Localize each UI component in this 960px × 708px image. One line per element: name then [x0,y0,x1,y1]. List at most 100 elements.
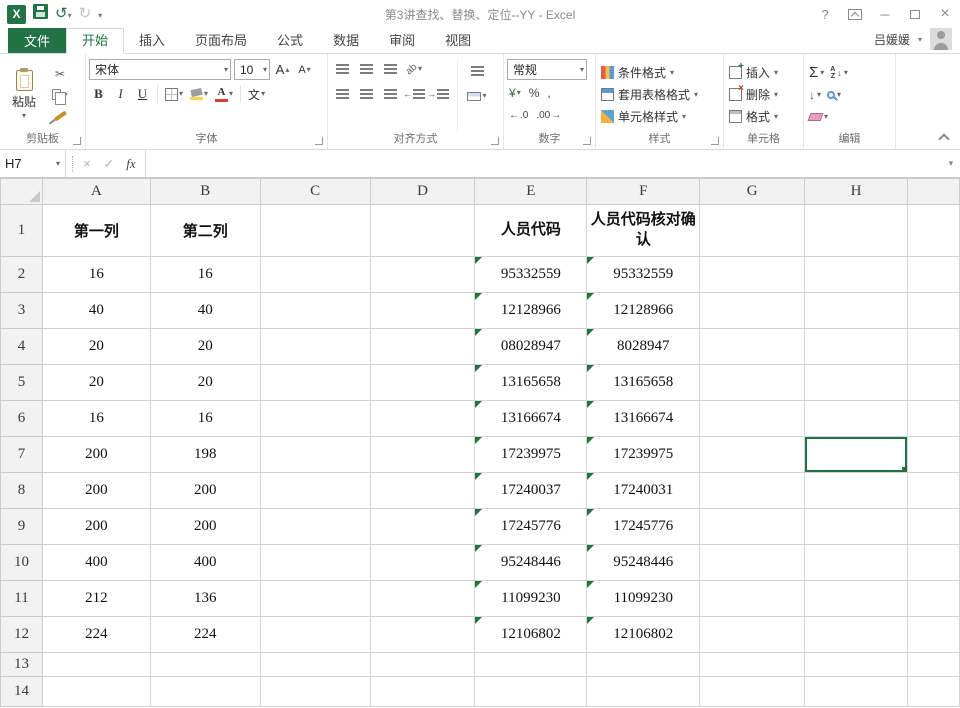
conditional-formatting-button[interactable]: 条件格式▾ [599,63,720,82]
cell-B14[interactable] [150,677,260,707]
row-header-13[interactable]: 13 [1,653,43,677]
decrease-font-button[interactable]: A▾ [295,60,314,80]
cell-E7[interactable]: 17239975 [475,437,587,473]
cell-B11[interactable]: 136 [150,581,260,617]
cell-D3[interactable] [370,293,475,329]
tab-home[interactable]: 开始 [66,28,124,54]
cell-B4[interactable]: 20 [150,329,260,365]
accounting-format-button[interactable]: ¥▾ [507,84,523,102]
cell-B13[interactable] [150,653,260,677]
tab-file[interactable]: 文件 [8,27,66,53]
cell-H5[interactable] [805,365,908,401]
customize-qat-button[interactable]: ▾ [98,5,102,23]
cell-A10[interactable]: 400 [42,545,150,581]
cell-C2[interactable] [260,257,370,293]
column-header-H[interactable]: H [805,179,908,205]
cell-G11[interactable] [700,581,805,617]
borders-button[interactable]: ▾ [163,84,185,104]
cell-offsheet[interactable] [907,437,959,473]
cell-C5[interactable] [260,365,370,401]
cell-B8[interactable]: 200 [150,473,260,509]
cell-G6[interactable] [700,401,805,437]
cell-G4[interactable] [700,329,805,365]
cell-A5[interactable]: 20 [42,365,150,401]
help-button[interactable]: ? [810,0,840,28]
cell-A9[interactable]: 200 [42,509,150,545]
cell-offsheet[interactable] [907,257,959,293]
cell-B10[interactable]: 400 [150,545,260,581]
cell-H6[interactable] [805,401,908,437]
row-header-3[interactable]: 3 [1,293,43,329]
align-top-button[interactable] [331,59,353,79]
paste-button[interactable]: 粘贴 ▾ [3,57,45,132]
tab-insert[interactable]: 插入 [124,28,180,53]
cell-A3[interactable]: 40 [42,293,150,329]
formula-bar-splitter[interactable] [66,156,73,172]
align-center-button[interactable] [355,84,377,104]
decrease-decimal-button[interactable]: .00→ [534,106,563,124]
cell-D10[interactable] [370,545,475,581]
cell-E8[interactable]: 17240037 [475,473,587,509]
cell-H2[interactable] [805,257,908,293]
maximize-button[interactable] [900,0,930,28]
cell-offsheet[interactable] [907,617,959,653]
cell-H12[interactable] [805,617,908,653]
insert-cells-button[interactable]: 插入▾ [727,63,800,82]
row-header-7[interactable]: 7 [1,437,43,473]
cell-A11[interactable]: 212 [42,581,150,617]
cell-offsheet[interactable] [907,545,959,581]
ribbon-display-options-button[interactable] [840,0,870,28]
increase-font-button[interactable]: A▴ [273,60,292,80]
cell-F2[interactable]: 95332559 [587,257,700,293]
cell-E1[interactable]: 人员代码 [475,205,587,257]
dialog-launcher-icon[interactable] [73,137,81,145]
cut-button[interactable]: ✂ [47,65,73,83]
format-as-table-button[interactable]: 套用表格格式▾ [599,85,720,104]
tab-view[interactable]: 视图 [430,28,486,53]
cell-styles-button[interactable]: 单元格样式▾ [599,107,720,126]
font-color-button[interactable]: A▾ [213,84,235,104]
formula-input[interactable] [146,150,942,177]
row-header-5[interactable]: 5 [1,365,43,401]
cell-D9[interactable] [370,509,475,545]
align-middle-button[interactable] [355,59,377,79]
cell-C1[interactable] [260,205,370,257]
cell-G12[interactable] [700,617,805,653]
cell-C14[interactable] [260,677,370,707]
wrap-text-button[interactable] [462,61,492,81]
cell-F12[interactable]: 12106802 [587,617,700,653]
cell-E6[interactable]: 13166674 [475,401,587,437]
tab-review[interactable]: 审阅 [374,28,430,53]
cell-H13[interactable] [805,653,908,677]
fill-color-button[interactable]: ▾ [188,84,210,104]
cell-H9[interactable] [805,509,908,545]
merge-center-button[interactable]: ▾ [462,86,492,106]
dialog-launcher-icon[interactable] [315,137,323,145]
expand-formula-bar-button[interactable]: ▾ [942,150,960,177]
column-header-E[interactable]: E [475,179,587,205]
column-header-C[interactable]: C [260,179,370,205]
cell-G13[interactable] [700,653,805,677]
tab-data[interactable]: 数据 [318,28,374,53]
save-button[interactable] [33,4,48,24]
row-header-9[interactable]: 9 [1,509,43,545]
underline-button[interactable]: U [133,84,152,104]
cell-G14[interactable] [700,677,805,707]
cell-F13[interactable] [587,653,700,677]
cell-H3[interactable] [805,293,908,329]
row-header-1[interactable]: 1 [1,205,43,257]
row-header-6[interactable]: 6 [1,401,43,437]
cell-E4[interactable]: 08028947 [475,329,587,365]
autosum-button[interactable]: Σ▾ [809,64,824,81]
orientation-button[interactable]: ab▾ [403,59,425,79]
cell-F9[interactable]: 17245776 [587,509,700,545]
font-name-combo[interactable]: 宋体 ▾ [89,59,231,80]
cell-offsheet[interactable] [907,653,959,677]
cell-F7[interactable]: 17239975 [587,437,700,473]
minimize-button[interactable]: ─ [870,0,900,28]
cell-D6[interactable] [370,401,475,437]
cell-C4[interactable] [260,329,370,365]
cell-C3[interactable] [260,293,370,329]
cell-D2[interactable] [370,257,475,293]
row-header-14[interactable]: 14 [1,677,43,707]
